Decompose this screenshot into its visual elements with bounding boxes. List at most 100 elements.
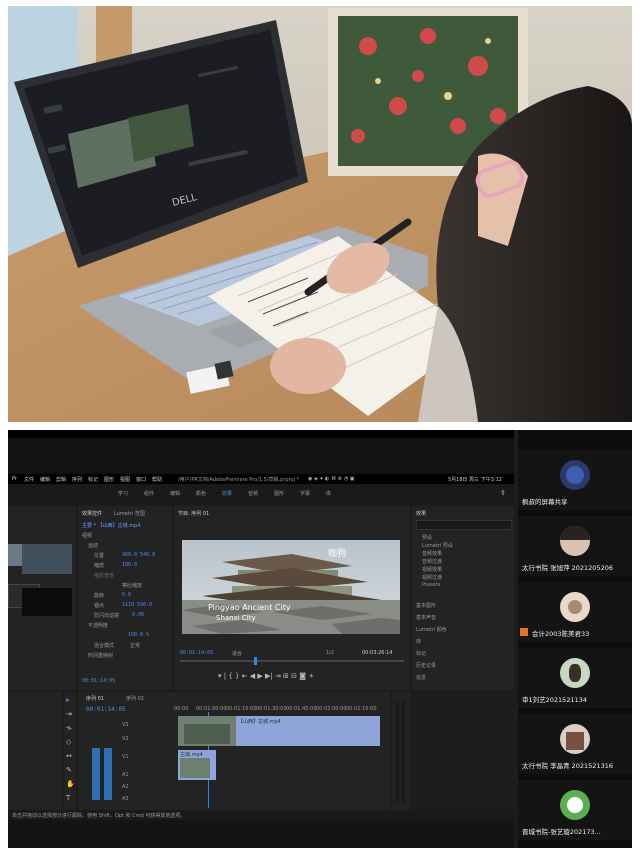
prop-scale-value[interactable]: 100.0: [122, 562, 137, 568]
effects-tab[interactable]: 效果: [416, 510, 426, 517]
participant-tile[interactable]: 晋城书院-张艺璇202173...: [518, 780, 632, 840]
panel-section[interactable]: 信息: [416, 674, 426, 681]
thumbnail[interactable]: [22, 544, 72, 574]
menu-item[interactable]: 文件: [24, 476, 34, 483]
effects-folder[interactable]: Presets: [422, 582, 440, 588]
participant-name: 晋城书院-张艺璇202173...: [522, 828, 601, 836]
participant-name: 会计2003陈美君33: [532, 630, 590, 638]
participant-tile[interactable]: 审1刘艺2021521134: [518, 648, 632, 708]
program-timecode-duration: 00:03:26:14: [362, 650, 393, 656]
blend-select[interactable]: 正常: [130, 642, 140, 649]
participant-tile[interactable]: 枫叔的屏幕共享: [518, 450, 632, 510]
meter-left: [396, 702, 399, 802]
panel-section[interactable]: 标记: [416, 650, 426, 657]
panel-section[interactable]: 基本图形: [416, 602, 436, 609]
playback-scrubber[interactable]: [180, 660, 404, 662]
workspace-tab[interactable]: 学习: [118, 490, 128, 497]
workspace-tab[interactable]: 编辑: [170, 490, 180, 497]
effects-folder[interactable]: 音频效果: [422, 550, 442, 557]
effects-folder[interactable]: Lumetri 预设: [422, 542, 453, 549]
panel-section[interactable]: Lumetri 颜色: [416, 626, 447, 633]
panel-section[interactable]: 库: [416, 638, 421, 645]
menu-item[interactable]: 剪辑: [56, 476, 66, 483]
workspace-tab[interactable]: 字幕: [300, 490, 310, 497]
razor-tool-icon[interactable]: ◇: [66, 738, 71, 746]
track-label[interactable]: A3: [122, 796, 129, 802]
panel-tab[interactable]: Lumetri 范围: [114, 510, 145, 517]
participant-tile[interactable]: 太行书院 李晶青 2021521316: [518, 714, 632, 774]
track-label[interactable]: A1: [122, 772, 129, 778]
workspace-tab[interactable]: 图形: [274, 490, 284, 497]
menu-bar: Pr 文件 编辑 剪辑 序列 标记 图形 视图 窗口 帮助 /用户/PR文档/A…: [8, 430, 514, 484]
status-text: 单击并拖动以选择部分进行跟踪。使用 Shift、Opt 和 Cmd 可获得其他选…: [12, 813, 186, 819]
video-preview: 咖狗 Pingyao Ancient City Shanxi City: [182, 540, 400, 634]
workspace-tab[interactable]: 组件: [144, 490, 154, 497]
clip-v2[interactable]: 【山西】古城.mp4: [236, 716, 380, 746]
clip-v1-label: 古城.mp4: [180, 752, 203, 758]
track-label[interactable]: V1: [122, 754, 129, 760]
workspace-tab[interactable]: 库: [326, 490, 331, 497]
pen-tool-icon[interactable]: ✎: [66, 766, 72, 774]
track-label[interactable]: V2: [122, 736, 129, 742]
effects-folder[interactable]: 预设: [422, 534, 432, 541]
track-target-v[interactable]: [92, 748, 100, 800]
ripple-edit-icon[interactable]: ⟛: [66, 724, 72, 733]
slip-tool-icon[interactable]: ↔: [66, 752, 72, 760]
participant-tile[interactable]: 会计2003陈美君33: [518, 582, 632, 642]
panel-section[interactable]: 历史记录: [416, 662, 436, 669]
prop-position-value[interactable]: 960.0 540.0: [122, 552, 155, 558]
panel-section[interactable]: 基本声音: [416, 614, 436, 621]
fx-time-remap[interactable]: 时间重映射: [88, 652, 113, 659]
top-strip: [8, 430, 514, 438]
quality-select[interactable]: 1/2: [326, 650, 334, 656]
selection-tool-icon[interactable]: ▸: [66, 696, 70, 704]
menu-item[interactable]: 窗口: [136, 476, 146, 483]
track-label[interactable]: V3: [122, 722, 129, 728]
fx-opacity[interactable]: 不透明度: [88, 622, 108, 629]
menu-item[interactable]: 标记: [88, 476, 98, 483]
clip-v1[interactable]: 古城.mp4: [178, 750, 216, 780]
workspace-tab[interactable]: 音频: [248, 490, 258, 497]
opacity-value[interactable]: 100.0 %: [128, 632, 149, 638]
timeline-tab-active[interactable]: 序列 01: [86, 695, 104, 702]
thumbnail[interactable]: [22, 588, 72, 616]
menu-item[interactable]: 视图: [120, 476, 130, 483]
prop-antiflicker-value[interactable]: 0.00: [132, 612, 144, 618]
prop-anchor-value[interactable]: 1110 590.0: [122, 602, 152, 608]
timeline-tab[interactable]: 序列 02: [126, 695, 144, 702]
effects-folder[interactable]: 音频过渡: [422, 558, 442, 565]
panel-tab-active[interactable]: 效果控件: [82, 510, 102, 517]
participant-name: 枫叔的屏幕共享: [522, 498, 568, 506]
caption-line1: Pingyao Ancient City: [208, 603, 291, 612]
participant-tile[interactable]: 太行书院 张旭萍 2021205206: [518, 516, 632, 576]
participant-avatar: [560, 460, 590, 490]
effects-search-input[interactable]: [416, 520, 512, 530]
menu-item[interactable]: 图形: [104, 476, 114, 483]
playhead[interactable]: [254, 657, 257, 665]
hand-tool-icon[interactable]: ✋: [66, 780, 75, 788]
prop-rotation-value[interactable]: 0.0: [122, 592, 131, 598]
track-label[interactable]: A2: [122, 784, 129, 790]
fx-motion[interactable]: 运动: [88, 542, 98, 549]
ruler-tick: 00:01:30:00: [256, 706, 287, 712]
menu-item[interactable]: 编辑: [40, 476, 50, 483]
share-icon[interactable]: ⇪: [500, 489, 506, 497]
program-tab[interactable]: 节目: 序列 01: [178, 510, 209, 517]
transport-controls[interactable]: ▾ | { } ⇤ ◀ ▶ ▶| ⇥ ⊞ ⊟ ◙ +: [218, 672, 314, 680]
track-target-a[interactable]: [104, 748, 112, 800]
effects-folder[interactable]: 视频效果: [422, 566, 442, 573]
menu-item[interactable]: Pr: [12, 476, 17, 482]
effects-folder[interactable]: 视频过渡: [422, 574, 442, 581]
menu-item[interactable]: 帮助: [152, 476, 162, 483]
type-tool-icon[interactable]: T: [66, 794, 70, 802]
workspace-tab[interactable]: 颜色: [196, 490, 206, 497]
participant-avatar: [560, 658, 590, 688]
track-select-icon[interactable]: ⇥: [66, 710, 72, 718]
clip-v2-thumb[interactable]: [178, 716, 236, 746]
video-frame[interactable]: 咖狗 Pingyao Ancient City Shanxi City: [182, 540, 400, 634]
workspace-tab-active[interactable]: 效果: [222, 490, 232, 497]
menu-item[interactable]: 序列: [72, 476, 82, 483]
prop-uniform-scale[interactable]: 等比缩放: [122, 582, 142, 589]
effects-panel: 效果 预设 Lumetri 预设 音频效果 音频过渡 视频效果 视频过渡 Pre…: [412, 506, 514, 690]
fit-select[interactable]: 适合: [232, 650, 242, 657]
